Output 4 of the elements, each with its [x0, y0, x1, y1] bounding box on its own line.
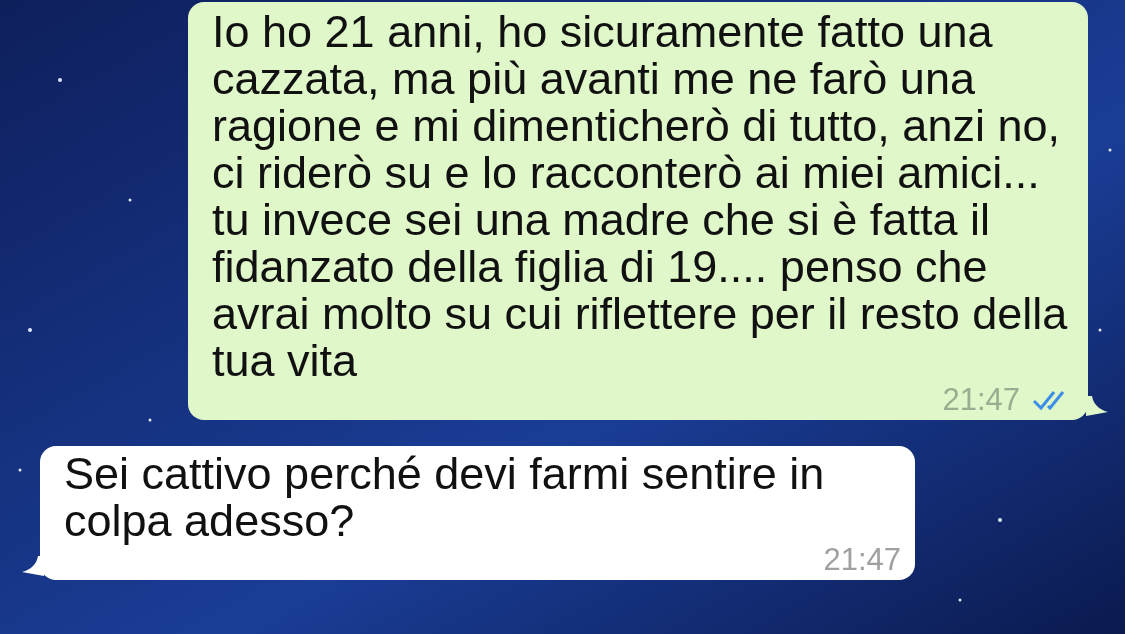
- message-time: 21:47: [942, 384, 1020, 416]
- message-text: Io ho 21 anni, ho sicuramente fatto una cazzata, ma più avanti me ne farò una ragione e mi dimenticherò di tutto, anzi no, ci riderò su e lo racconterò ai miei amici... tu invece sei una madre che si è fatta il fidanzato della figlia di 19.... penso che avrai molto su cui riflettere per il resto della tua vita: [212, 8, 1069, 384]
- message-text: Sei cattivo perché devi farmi sentire in colpa adesso?: [64, 450, 826, 544]
- message-time: 21:47: [823, 544, 901, 576]
